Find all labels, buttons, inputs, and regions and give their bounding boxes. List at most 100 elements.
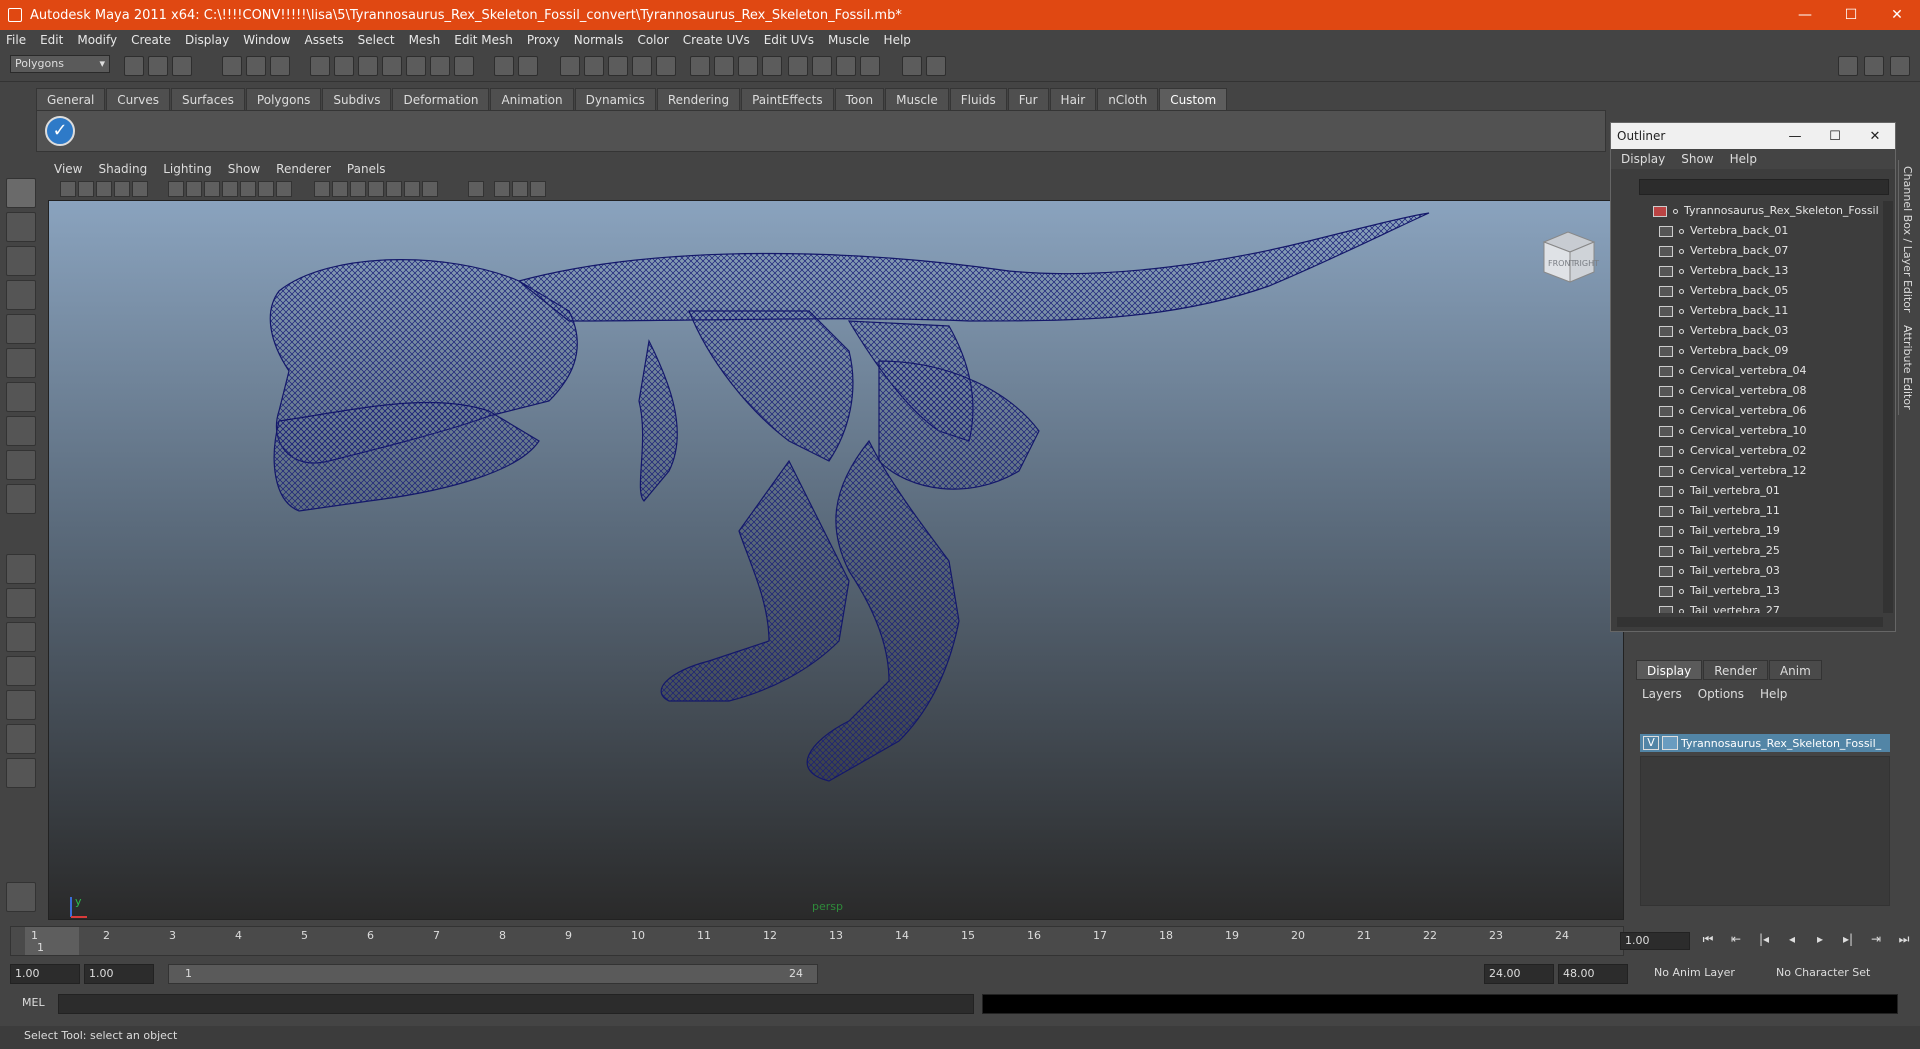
snap-point-icon[interactable] (358, 56, 378, 76)
outliner-menu-display[interactable]: Display (1621, 152, 1665, 166)
outliner-filter-field[interactable] (1639, 179, 1889, 195)
list-item[interactable]: Tail_vertebra_13 (1617, 581, 1883, 601)
anim-layer-dropdown[interactable]: No Anim Layer (1650, 964, 1760, 984)
show-manipulator-icon[interactable] (6, 450, 36, 480)
step-forward-frame-icon[interactable]: ▸| (1834, 932, 1862, 950)
toggle-tool-settings-icon[interactable] (1890, 56, 1910, 76)
panel-menu-lighting[interactable]: Lighting (163, 162, 212, 176)
list-item[interactable]: Cervical_vertebra_06 (1617, 401, 1883, 421)
open-scene-icon[interactable] (148, 56, 168, 76)
step-forward-key-icon[interactable]: ⇥ (1862, 932, 1890, 950)
attribute-icon[interactable] (656, 56, 676, 76)
anim-end-field[interactable]: 24.00 (1484, 964, 1554, 984)
toggle-channel-box-icon[interactable] (1864, 56, 1884, 76)
isolate-select-icon[interactable] (468, 181, 484, 197)
tab-curves[interactable]: Curves (106, 88, 170, 110)
resolution-gate-icon[interactable] (204, 181, 220, 197)
more-layouts-icon[interactable] (6, 758, 36, 788)
list-item[interactable]: Tail_vertebra_19 (1617, 521, 1883, 541)
film-gate-icon[interactable] (186, 181, 202, 197)
view-cube-icon[interactable]: FRONT RIGHT (1538, 228, 1600, 288)
list-item[interactable]: Tail_vertebra_03 (1617, 561, 1883, 581)
outliner-close-button[interactable]: ✕ (1855, 129, 1895, 144)
sculpt-brush-icon[interactable] (6, 882, 36, 912)
scale-tool-icon[interactable] (6, 348, 36, 378)
layer-menu-layers[interactable]: Layers (1642, 687, 1682, 701)
select-tool-icon[interactable] (6, 178, 36, 208)
high-quality-icon[interactable] (422, 181, 438, 197)
menu-window[interactable]: Window (243, 33, 290, 47)
close-button[interactable]: ✕ (1874, 0, 1920, 30)
tab-polygons[interactable]: Polygons (245, 88, 322, 110)
sculpt-icon[interactable] (902, 56, 922, 76)
menu-edit-mesh[interactable]: Edit Mesh (454, 33, 513, 47)
ipr-render-icon[interactable] (738, 56, 758, 76)
panel-menu-renderer[interactable]: Renderer (276, 162, 331, 176)
list-item[interactable]: Tyrannosaurus_Rex_Skeleton_Fossil (1617, 201, 1883, 221)
play-backwards-icon[interactable]: ◂ (1778, 932, 1806, 950)
render-current-icon[interactable] (714, 56, 734, 76)
list-item[interactable]: Vertebra_back_03 (1617, 321, 1883, 341)
outliner-icon[interactable] (836, 56, 856, 76)
tab-anim-layers[interactable]: Anim (1768, 660, 1822, 680)
menu-modify[interactable]: Modify (77, 33, 117, 47)
outliner-layout-icon[interactable] (6, 622, 36, 652)
select-input-icon[interactable] (518, 56, 538, 76)
connection-icon[interactable] (632, 56, 652, 76)
panel-menu-view[interactable]: View (54, 162, 82, 176)
render-settings-icon[interactable] (762, 56, 782, 76)
list-item[interactable]: Vertebra_back_09 (1617, 341, 1883, 361)
tab-deformation[interactable]: Deformation (392, 88, 490, 110)
list-item[interactable]: Vertebra_back_13 (1617, 261, 1883, 281)
new-scene-icon[interactable] (124, 56, 144, 76)
outliner-menu-show[interactable]: Show (1681, 152, 1713, 166)
single-pane-layout-icon[interactable] (6, 554, 36, 584)
select-component-icon[interactable] (270, 56, 290, 76)
tab-dynamics[interactable]: Dynamics (574, 88, 656, 110)
wireframe-icon[interactable] (314, 181, 330, 197)
maximize-button[interactable]: ☐ (1828, 0, 1874, 30)
move-tool-icon[interactable] (6, 280, 36, 310)
wireframe-on-shaded-icon[interactable] (350, 181, 366, 197)
range-slider[interactable]: 1 24 (168, 964, 818, 984)
list-item[interactable]: Vertebra_back_11 (1617, 301, 1883, 321)
menu-select[interactable]: Select (358, 33, 395, 47)
anim-start-field[interactable]: 1.00 (84, 964, 154, 984)
select-hierarchy-icon[interactable] (222, 56, 242, 76)
snap-curve-icon[interactable] (334, 56, 354, 76)
tab-rendering[interactable]: Rendering (656, 88, 741, 110)
tab-animation[interactable]: Animation (490, 88, 574, 110)
perspective-viewport[interactable]: y (48, 200, 1624, 920)
outliner-horizontal-scrollbar[interactable] (1617, 617, 1883, 627)
menu-muscle[interactable]: Muscle (828, 33, 870, 47)
list-item[interactable]: Vertebra_back_07 (1617, 241, 1883, 261)
tab-painteffects[interactable]: PaintEffects (741, 88, 834, 110)
history-icon[interactable] (430, 56, 450, 76)
smooth-shade-icon[interactable] (332, 181, 348, 197)
mel-input[interactable] (58, 994, 974, 1014)
list-item[interactable]: Cervical_vertebra_08 (1617, 381, 1883, 401)
mel-label[interactable]: MEL (22, 996, 45, 1009)
tab-render-layers[interactable]: Render (1703, 660, 1768, 680)
outliner-vertical-scrollbar[interactable] (1883, 201, 1893, 613)
menu-normals[interactable]: Normals (574, 33, 624, 47)
step-back-key-icon[interactable]: ⇤ (1722, 932, 1750, 950)
layer-menu-help[interactable]: Help (1760, 687, 1787, 701)
view-cube[interactable]: FRONT RIGHT (1538, 228, 1600, 288)
safe-title-icon[interactable] (276, 181, 292, 197)
grease-pencil-icon[interactable] (132, 181, 148, 197)
current-frame-field[interactable]: 1.00 (1620, 932, 1690, 950)
gate-mask-icon[interactable] (222, 181, 238, 197)
start-time-field[interactable]: 1.00 (10, 964, 80, 984)
input-ops-icon[interactable] (560, 56, 580, 76)
checkmark-shelf-icon[interactable]: ✓ (45, 116, 75, 146)
menu-mesh[interactable]: Mesh (409, 33, 441, 47)
tab-general[interactable]: General (36, 88, 106, 110)
tab-ncloth[interactable]: nCloth (1097, 88, 1159, 110)
menu-create-uvs[interactable]: Create UVs (683, 33, 750, 47)
backface-icon[interactable] (530, 181, 546, 197)
menu-edit[interactable]: Edit (40, 33, 63, 47)
grid-toggle-icon[interactable] (168, 181, 184, 197)
end-time-field[interactable]: 48.00 (1558, 964, 1628, 984)
list-item[interactable]: Tail_vertebra_25 (1617, 541, 1883, 561)
